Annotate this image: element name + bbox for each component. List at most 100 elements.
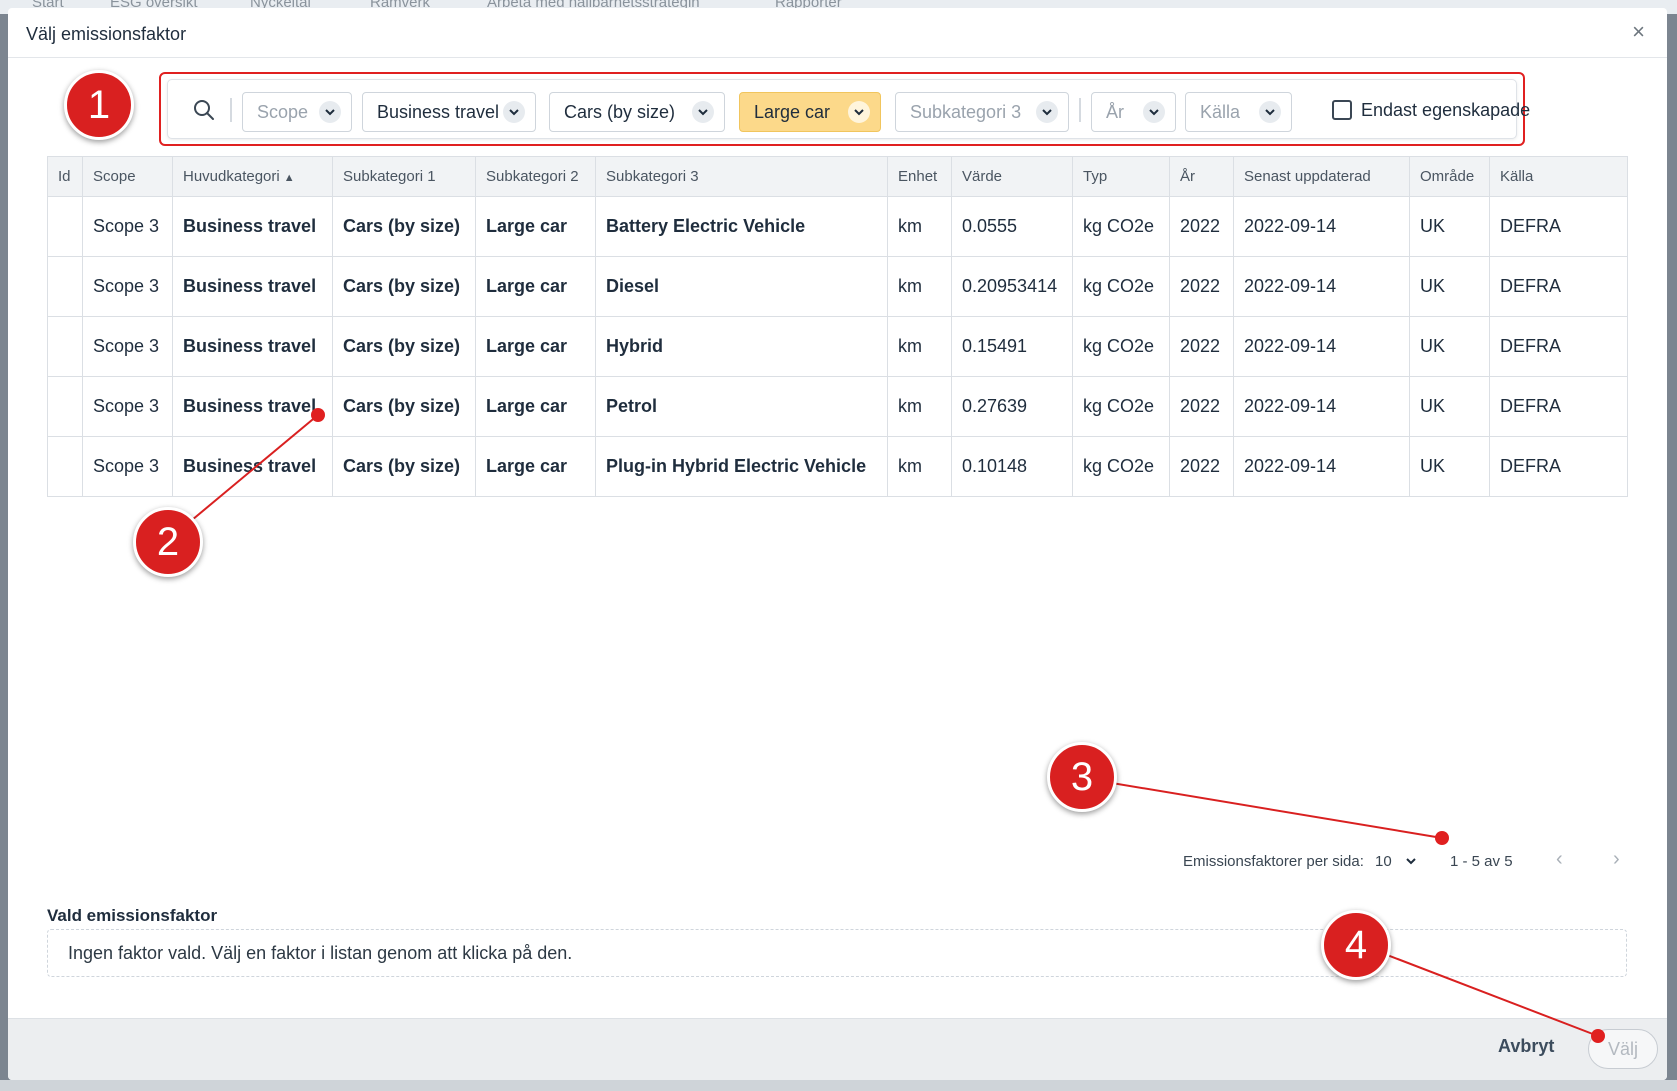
cell-subkategori3: Hybrid xyxy=(595,316,888,377)
checkbox-icon[interactable] xyxy=(1332,100,1352,120)
cell-omrade: UK xyxy=(1409,256,1490,317)
cell-subkategori1: Cars (by size) xyxy=(332,316,476,377)
subkategori1-select-value: Cars (by size) xyxy=(564,102,676,122)
cell-subkategori2: Large car xyxy=(475,196,596,257)
chevron-down-icon xyxy=(692,101,714,123)
subkategori1-select[interactable]: Cars (by size) xyxy=(549,92,725,132)
cell-subkategori1: Cars (by size) xyxy=(332,256,476,317)
cell-kalla: DEFRA xyxy=(1489,436,1628,497)
source-select[interactable]: Källa xyxy=(1185,92,1292,132)
subkategori2-select-value: Large car xyxy=(754,102,831,122)
cell-ar: 2022 xyxy=(1169,376,1234,437)
source-select-value: Källa xyxy=(1200,102,1241,122)
col-header-huvudkategori[interactable]: Huvudkategori ▲ xyxy=(172,156,333,197)
col-header-omrade[interactable]: Område xyxy=(1409,156,1490,197)
cell-subkategori1: Cars (by size) xyxy=(332,196,476,257)
cell-subkategori3: Petrol xyxy=(595,376,888,437)
cell-subkategori1: Cars (by size) xyxy=(332,436,476,497)
annotation-marker-1: 1 xyxy=(64,70,134,140)
dialog-footer: Avbryt Välj xyxy=(8,1018,1667,1080)
col-header-subkategori2[interactable]: Subkategori 2 xyxy=(475,156,596,197)
table-row[interactable]: Scope 3 Business travel Cars (by size) L… xyxy=(47,316,1628,377)
cancel-button[interactable]: Avbryt xyxy=(1498,1036,1554,1057)
dialog-title: Välj emissionsfaktor xyxy=(26,24,187,44)
only-own-checkbox[interactable]: Endast egenskapade xyxy=(1332,100,1530,124)
col-header-updated[interactable]: Senast uppdaterad xyxy=(1233,156,1410,197)
huvudkategori-select[interactable]: Business travel xyxy=(362,92,536,132)
cell-scope: Scope 3 xyxy=(82,376,173,437)
cell-varde: 0.27639 xyxy=(951,376,1073,437)
cell-typ: kg CO2e xyxy=(1072,316,1170,377)
cell-updated: 2022-09-14 xyxy=(1233,256,1410,317)
close-icon[interactable]: × xyxy=(1632,20,1645,44)
col-header-kalla[interactable]: Källa xyxy=(1489,156,1628,197)
prev-page-icon[interactable]: ‹ xyxy=(1556,848,1563,871)
rows-per-page-label: Emissionsfaktorer per sida: xyxy=(1183,853,1364,870)
col-header-id[interactable]: Id xyxy=(47,156,83,197)
cell-id xyxy=(47,196,83,257)
filter-bar-highlight: Scope Business travel Cars (by size) Lar… xyxy=(159,72,1530,146)
table-row[interactable]: Scope 3 Business travel Cars (by size) L… xyxy=(47,436,1628,497)
table-row[interactable]: Scope 3 Business travel Cars (by size) L… xyxy=(47,196,1628,257)
col-header-ar[interactable]: År xyxy=(1169,156,1234,197)
col-header-subkategori1[interactable]: Subkategori 1 xyxy=(332,156,476,197)
subkategori3-select-value: Subkategori 3 xyxy=(910,102,1022,122)
scope-select[interactable]: Scope xyxy=(242,92,352,132)
col-header-subkategori3[interactable]: Subkategori 3 xyxy=(595,156,888,197)
subkategori2-select[interactable]: Large car xyxy=(739,92,881,132)
annotation-marker-4: 4 xyxy=(1321,910,1391,980)
cell-huvudkategori: Business travel xyxy=(172,196,333,257)
chevron-down-icon xyxy=(848,101,870,123)
sort-asc-icon: ▲ xyxy=(283,172,295,184)
chevron-down-icon xyxy=(1036,101,1058,123)
col-header-label: Huvudkategori xyxy=(183,168,280,185)
table-row[interactable]: Scope 3 Business travel Cars (by size) L… xyxy=(47,376,1628,437)
cell-scope: Scope 3 xyxy=(82,436,173,497)
col-header-enhet[interactable]: Enhet xyxy=(887,156,952,197)
col-header-scope[interactable]: Scope xyxy=(82,156,173,197)
cell-huvudkategori: Business travel xyxy=(172,436,333,497)
cell-kalla: DEFRA xyxy=(1489,196,1628,257)
chevron-down-icon xyxy=(503,101,525,123)
col-header-typ[interactable]: Typ xyxy=(1072,156,1170,197)
search-icon[interactable] xyxy=(192,98,216,122)
table-row[interactable]: Scope 3 Business travel Cars (by size) L… xyxy=(47,256,1628,317)
cell-kalla: DEFRA xyxy=(1489,316,1628,377)
cell-id xyxy=(47,256,83,317)
cell-varde: 0.15491 xyxy=(951,316,1073,377)
selected-factor-title: Vald emissionsfaktor xyxy=(47,906,218,925)
cell-subkategori2: Large car xyxy=(475,256,596,317)
cell-huvudkategori: Business travel xyxy=(172,256,333,317)
background-footer xyxy=(0,1080,1677,1091)
col-header-varde[interactable]: Värde xyxy=(951,156,1073,197)
cell-enhet: km xyxy=(887,316,952,377)
subkategori3-select[interactable]: Subkategori 3 xyxy=(895,92,1069,132)
year-select[interactable]: År xyxy=(1091,92,1176,132)
cell-huvudkategori: Business travel xyxy=(172,376,333,437)
cell-typ: kg CO2e xyxy=(1072,376,1170,437)
cell-subkategori3: Plug-in Hybrid Electric Vehicle xyxy=(595,436,888,497)
cell-huvudkategori: Business travel xyxy=(172,316,333,377)
annotation-marker-2: 2 xyxy=(133,507,203,577)
chevron-down-icon xyxy=(1259,101,1281,123)
rows-per-page-select[interactable]: 10 xyxy=(1375,853,1418,870)
emission-factor-dialog: Välj emissionsfaktor × Scope Business tr… xyxy=(8,8,1667,1080)
cell-ar: 2022 xyxy=(1169,316,1234,377)
chevron-down-icon xyxy=(1406,858,1416,865)
chevron-down-icon xyxy=(319,101,341,123)
cell-scope: Scope 3 xyxy=(82,316,173,377)
only-own-label: Endast egenskapade xyxy=(1361,100,1531,120)
cell-varde: 0.0555 xyxy=(951,196,1073,257)
cell-updated: 2022-09-14 xyxy=(1233,316,1410,377)
cell-enhet: km xyxy=(887,436,952,497)
cell-subkategori2: Large car xyxy=(475,436,596,497)
next-page-icon[interactable]: › xyxy=(1613,848,1620,871)
cell-subkategori3: Diesel xyxy=(595,256,888,317)
dialog-header: Välj emissionsfaktor × xyxy=(8,8,1667,58)
cell-scope: Scope 3 xyxy=(82,196,173,257)
choose-button[interactable]: Välj xyxy=(1588,1029,1658,1069)
cell-kalla: DEFRA xyxy=(1489,256,1628,317)
scope-select-value: Scope xyxy=(257,102,309,122)
year-select-value: År xyxy=(1106,102,1124,122)
cell-ar: 2022 xyxy=(1169,436,1234,497)
